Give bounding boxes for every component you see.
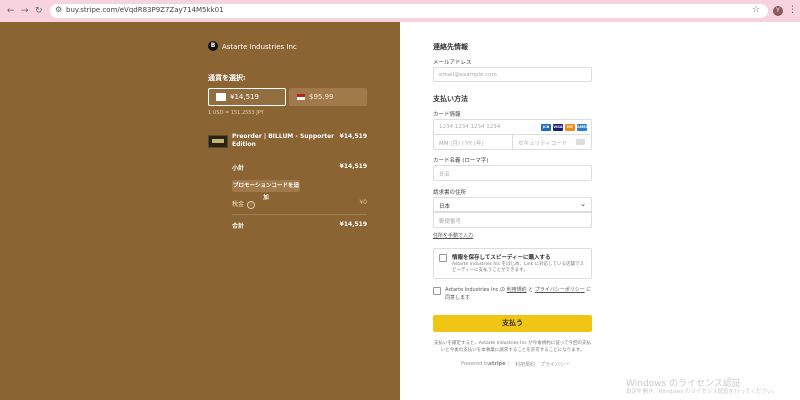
bookmark-star-icon[interactable]: ☆ — [752, 5, 760, 15]
expiry-field[interactable]: MM (月) / YY (年) — [433, 134, 513, 150]
save-info-title: 情報を保存してスピーディーに購入する — [452, 255, 551, 261]
billing-address-label: 請求書の住所 — [433, 190, 467, 196]
contact-section-title: 連絡先情報 — [433, 43, 468, 51]
pay-button[interactable]: 支払う — [433, 315, 592, 332]
terms-text-2: と — [528, 287, 534, 293]
product-name: Preorder | BILLUM - Supporter Edition — [232, 133, 335, 148]
powered-by-label: Powered by — [461, 361, 490, 367]
tax-value: ¥0 — [359, 199, 367, 206]
total-label: 合計 — [232, 223, 245, 230]
profile-avatar[interactable]: Y — [773, 6, 783, 16]
browser-toolbar: ← → ↻ ⚙ buy.stripe.com/eVqdR83P9Z7Zay714… — [0, 0, 800, 22]
footer-terms-link[interactable]: 利用規約 — [515, 361, 535, 368]
currency-usd-button[interactable]: $95.99 — [289, 88, 367, 106]
back-icon[interactable]: ← — [7, 5, 15, 17]
amex-icon: AMEX — [577, 124, 589, 131]
tax-label-text: 税金 — [232, 201, 245, 208]
card-cvc-icon — [576, 139, 585, 145]
card-number-placeholder: 1234 1234 1234 1234 — [439, 124, 501, 130]
email-field[interactable]: email@example.com — [433, 67, 592, 82]
forward-icon[interactable]: → — [21, 5, 29, 17]
menu-icon[interactable]: ⋮ — [788, 5, 797, 15]
reload-icon[interactable]: ↻ — [35, 5, 43, 17]
terms-text: Astarte Industries Inc の 利用規約 と プライバシーポリ… — [445, 286, 595, 302]
cardholder-name-label: カード名義 (ローマ字) — [433, 158, 489, 164]
visa-icon: VISA — [553, 124, 563, 131]
currency-jpy-button[interactable]: ¥14,519 — [208, 88, 286, 106]
currency-jpy-amount: ¥14,519 — [230, 93, 259, 101]
payment-section-title: 支払い方法 — [433, 95, 468, 103]
card-number-field[interactable]: 1234 1234 1234 1234 JCB VISA MC AMEX — [433, 119, 592, 135]
site-info-icon[interactable]: ⚙ — [55, 5, 62, 14]
cvc-placeholder: セキュリティコード — [518, 141, 568, 147]
manual-address-link[interactable]: 住所を手動で入力 — [433, 232, 473, 239]
cardholder-name-field[interactable]: 氏名 — [433, 165, 592, 181]
link-save-box[interactable]: 情報を保存してスピーディーに購入する Astarte Industries In… — [433, 248, 592, 279]
jcb-icon: JCB — [541, 124, 551, 131]
payment-form-panel: 連絡先情報 メールアドレス email@example.com 支払い方法 カー… — [400, 22, 800, 400]
subtotal-value: ¥14,519 — [339, 163, 367, 170]
privacy-policy-link[interactable]: プライバシーポリシー — [535, 287, 585, 293]
footer-separator: | — [508, 361, 510, 367]
tax-label: 税金 i — [232, 199, 256, 209]
cardholder-name-placeholder: 氏名 — [439, 172, 451, 178]
chevron-down-icon: ⌄ — [580, 200, 586, 208]
email-placeholder: email@example.com — [439, 72, 497, 78]
cvc-field[interactable]: セキュリティコード — [512, 134, 592, 150]
info-icon[interactable]: i — [247, 200, 256, 209]
country-value: 日本 — [439, 204, 451, 210]
terms-checkbox[interactable] — [433, 287, 441, 295]
merchant-logo: B — [208, 41, 218, 51]
order-summary-panel: B Astarte Industries Inc 通貨を選択: ¥14,519 … — [0, 22, 400, 400]
card-info-label: カード情報 — [433, 112, 461, 118]
us-flag-icon — [297, 94, 305, 100]
footer-privacy-link[interactable]: プライバシー — [540, 361, 570, 368]
product-thumbnail — [208, 135, 228, 148]
save-info-description: Astarte Industries Inc をはじめ、Link に対応している… — [452, 262, 584, 273]
product-price: ¥14,519 — [339, 133, 367, 140]
terms-text-1: Astarte Industries Inc の — [445, 287, 505, 293]
merchant-name: Astarte Industries Inc — [222, 43, 297, 51]
summary-divider — [232, 214, 367, 215]
total-value: ¥14,519 — [339, 221, 367, 228]
save-info-checkbox[interactable] — [439, 254, 447, 262]
url-text[interactable]: buy.stripe.com/eVqdR83P9Z7Zay714M5kk01 — [66, 6, 224, 14]
terms-of-service-link[interactable]: 利用規約 — [507, 287, 527, 293]
authorization-fine-print: 支払いを確定すると、Astarte Industries Inc が今後規約に従… — [433, 341, 592, 353]
postal-code-field[interactable]: 郵便番号 — [433, 212, 592, 228]
expiry-placeholder: MM (月) / YY (年) — [439, 141, 484, 147]
email-label: メールアドレス — [433, 60, 472, 66]
add-promo-code-button[interactable]: プロモーションコードを追加 — [232, 180, 300, 201]
mastercard-icon: MC — [565, 124, 575, 131]
currency-usd-amount: $95.99 — [309, 93, 334, 101]
subtotal-label: 小計 — [232, 165, 245, 172]
address-bar[interactable]: ⚙ buy.stripe.com/eVqdR83P9Z7Zay714M5kk01… — [50, 4, 768, 18]
stripe-logo[interactable]: stripe — [489, 361, 506, 367]
windows-activation-desc: 設定を開き、Windows のライセンス認証を行ってください。 — [626, 389, 778, 395]
japan-flag-icon — [216, 93, 226, 101]
postal-code-placeholder: 郵便番号 — [439, 219, 462, 225]
exchange-rate: 1 USD = 151.2553 JPY — [208, 110, 264, 116]
currency-title: 通貨を選択: — [208, 74, 246, 82]
country-select[interactable]: 日本 ⌄ — [433, 197, 592, 212]
